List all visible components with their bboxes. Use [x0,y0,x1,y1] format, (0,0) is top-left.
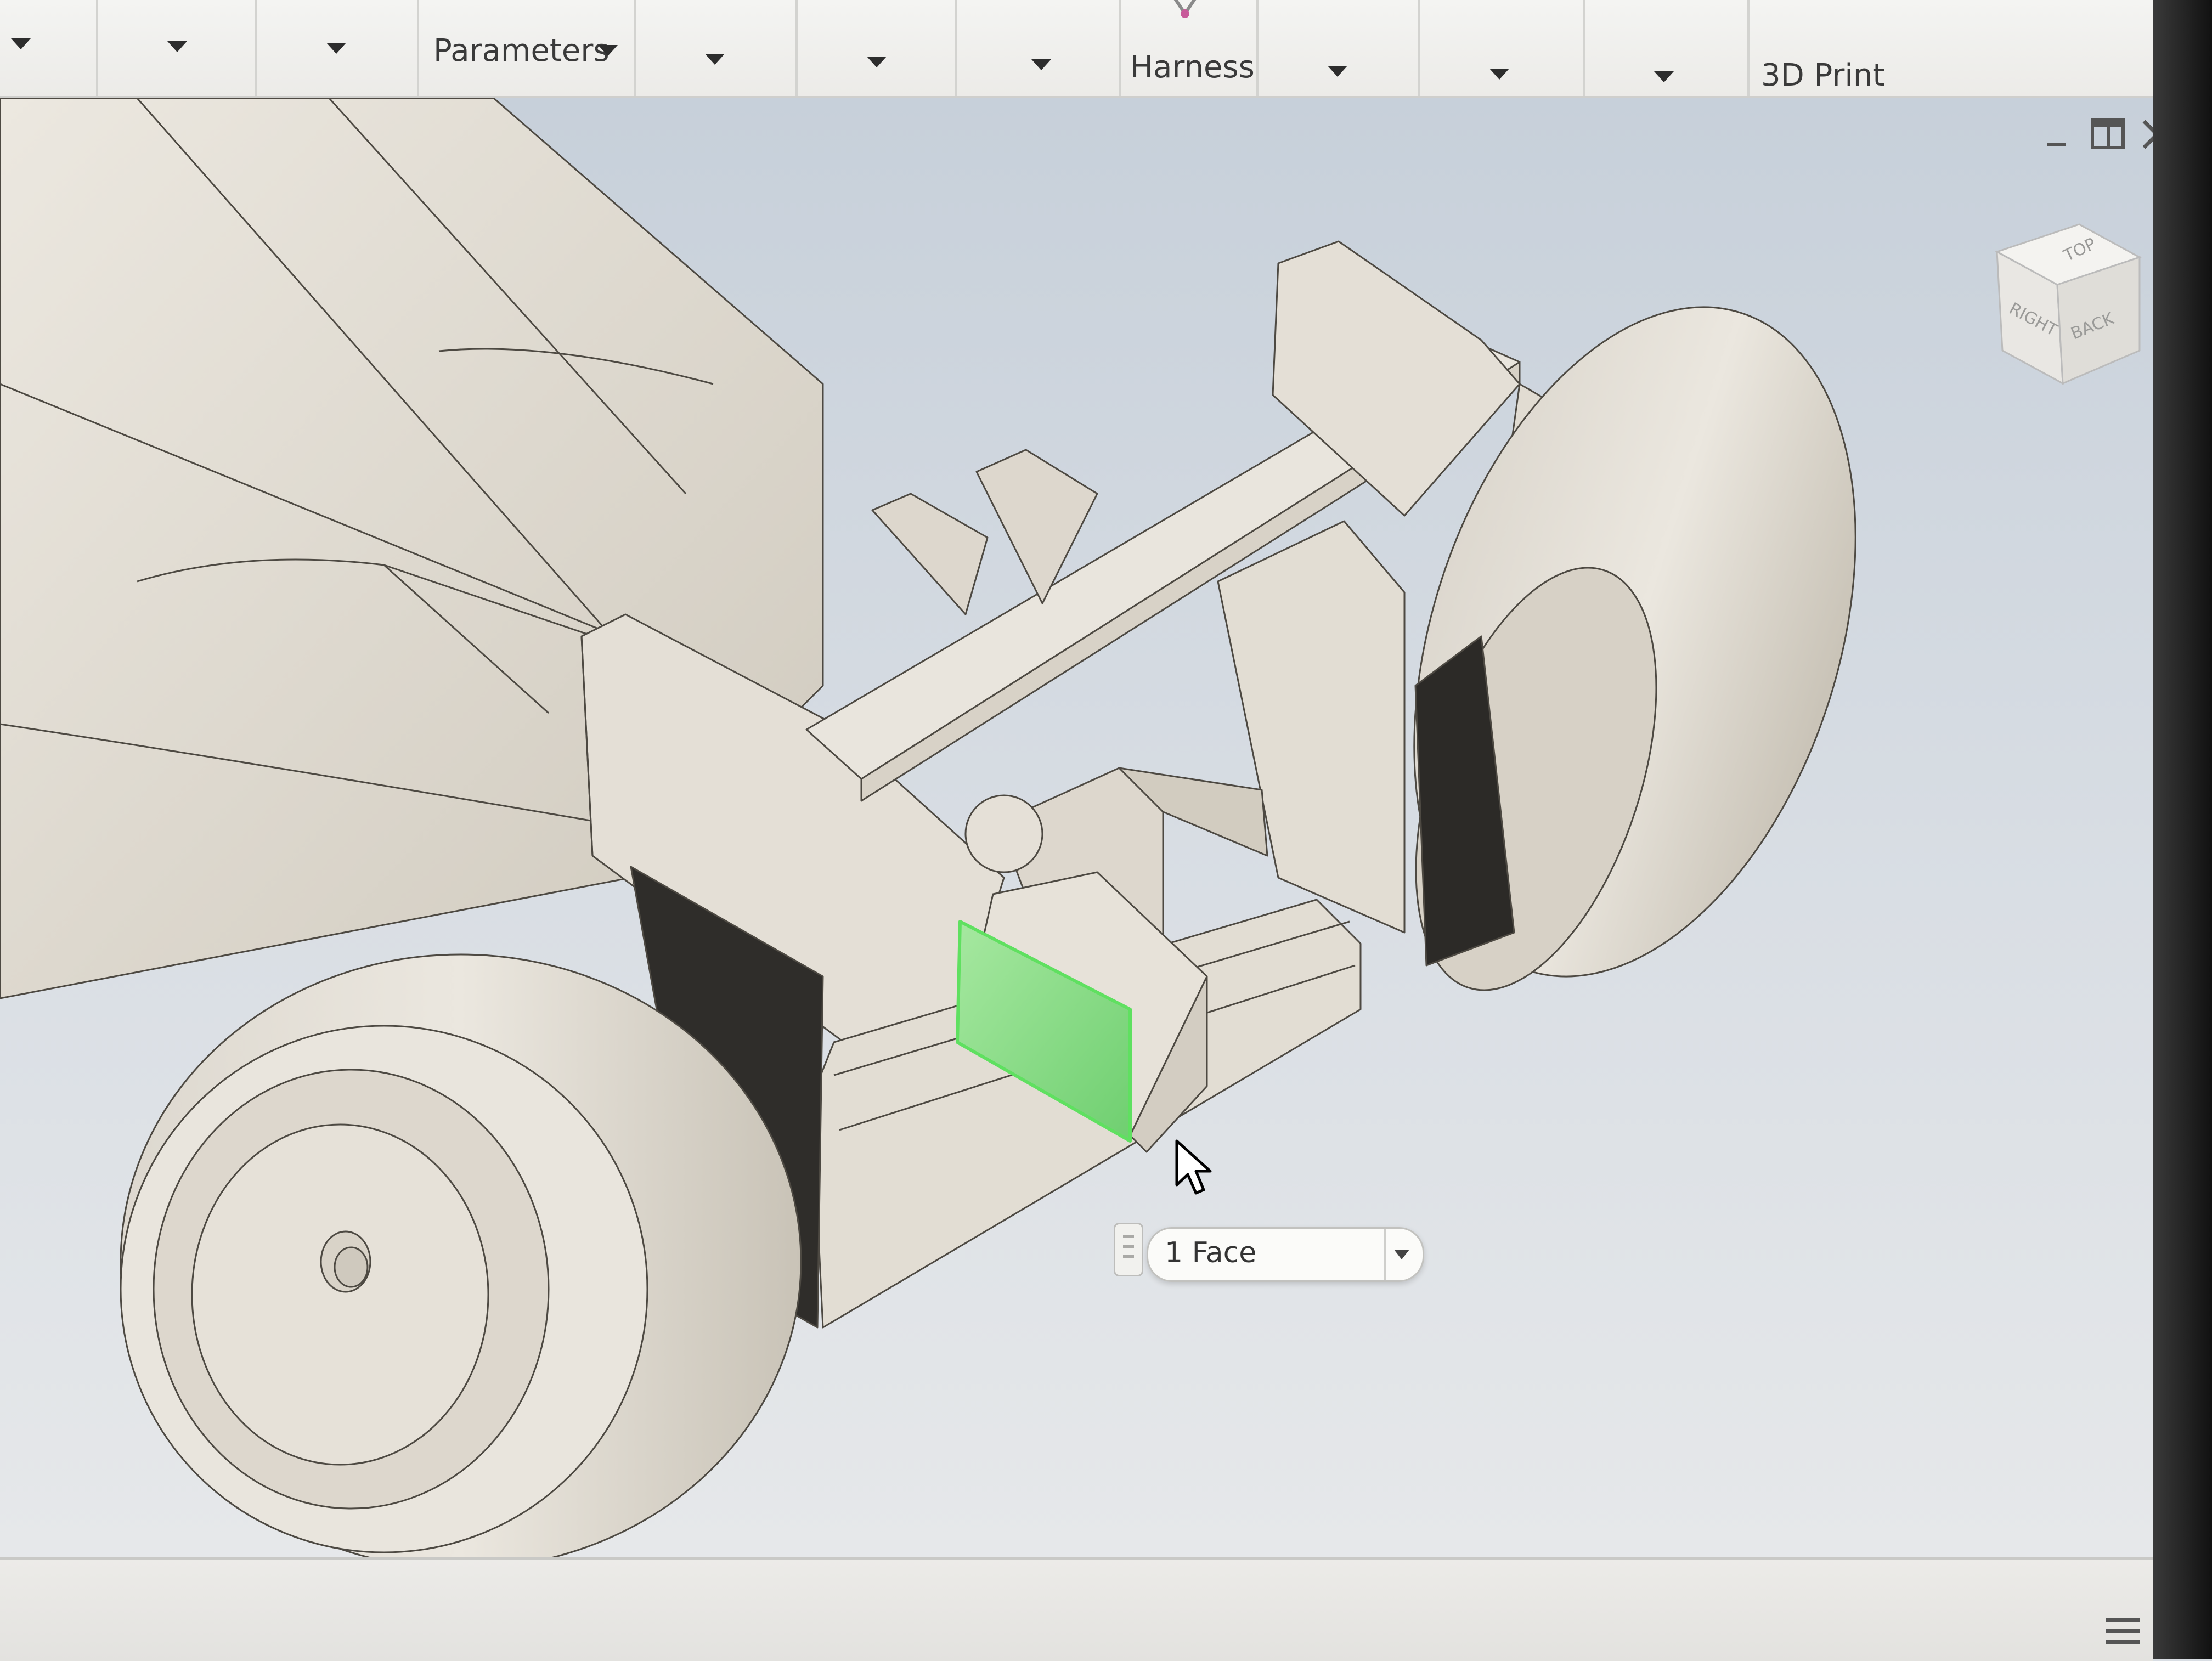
ribbon-panel-4[interactable] [634,0,798,96]
ribbon-panel-5[interactable] [795,0,957,96]
selection-drag-handle[interactable] [1114,1223,1143,1276]
ribbon-panel-6[interactable] [955,0,1121,96]
chevron-down-icon[interactable] [1394,1250,1409,1259]
ribbon-panel-9[interactable] [1418,0,1585,96]
ribbon-panel-parameters[interactable]: Parameters [417,0,636,96]
ribbon-panel-harness[interactable]: Harness [1119,0,1259,96]
hamburger-menu-icon[interactable] [2104,1613,2142,1651]
minimize-icon[interactable] [2036,112,2080,156]
status-bar [0,1557,2153,1661]
ribbon-panel-1[interactable] [96,0,257,96]
selection-count-value: 1 Face [1165,1236,1257,1269]
chevron-down-icon[interactable] [11,38,31,49]
chevron-down-icon[interactable] [326,43,346,54]
graphics-viewport[interactable]: TOP RIGHT BACK 1 Face [0,98,2153,1557]
chevron-down-icon[interactable] [867,57,887,67]
chevron-down-icon[interactable] [1328,66,1347,77]
selection-filter-dropdown[interactable]: 1 Face [1147,1227,1424,1282]
ribbon-panel-label[interactable]: Parameters [433,33,610,69]
chevron-down-icon[interactable] [598,45,618,56]
race-car-model[interactable] [0,98,2153,1557]
ribbon-panel-2[interactable] [255,0,419,96]
ribbon-panel-8[interactable] [1256,0,1420,96]
chevron-down-icon[interactable] [1654,71,1674,82]
mouse-pointer-icon [1175,1139,1212,1195]
monitor-bezel [2153,0,2212,1659]
ribbon-panel-label[interactable]: Harness [1130,49,1255,85]
ribbon-panel-10[interactable] [1583,0,1750,96]
dropdown-separator [1384,1229,1386,1280]
harness-icon[interactable] [1169,0,1207,22]
ribbon: Parameters Harness 3D Print [0,0,2212,98]
ribbon-panel-3d-print[interactable]: 3D Print [1747,0,2153,96]
ribbon-panel-label[interactable]: 3D Print [1761,58,1884,93]
restore-layout-icon[interactable] [2086,112,2130,156]
view-cube[interactable]: TOP RIGHT BACK [1975,219,2151,405]
chevron-down-icon[interactable] [705,54,725,65]
chevron-down-icon[interactable] [1489,69,1509,80]
ribbon-panel-0[interactable] [0,0,98,96]
chevron-down-icon[interactable] [167,41,187,52]
chevron-down-icon[interactable] [1031,59,1051,70]
